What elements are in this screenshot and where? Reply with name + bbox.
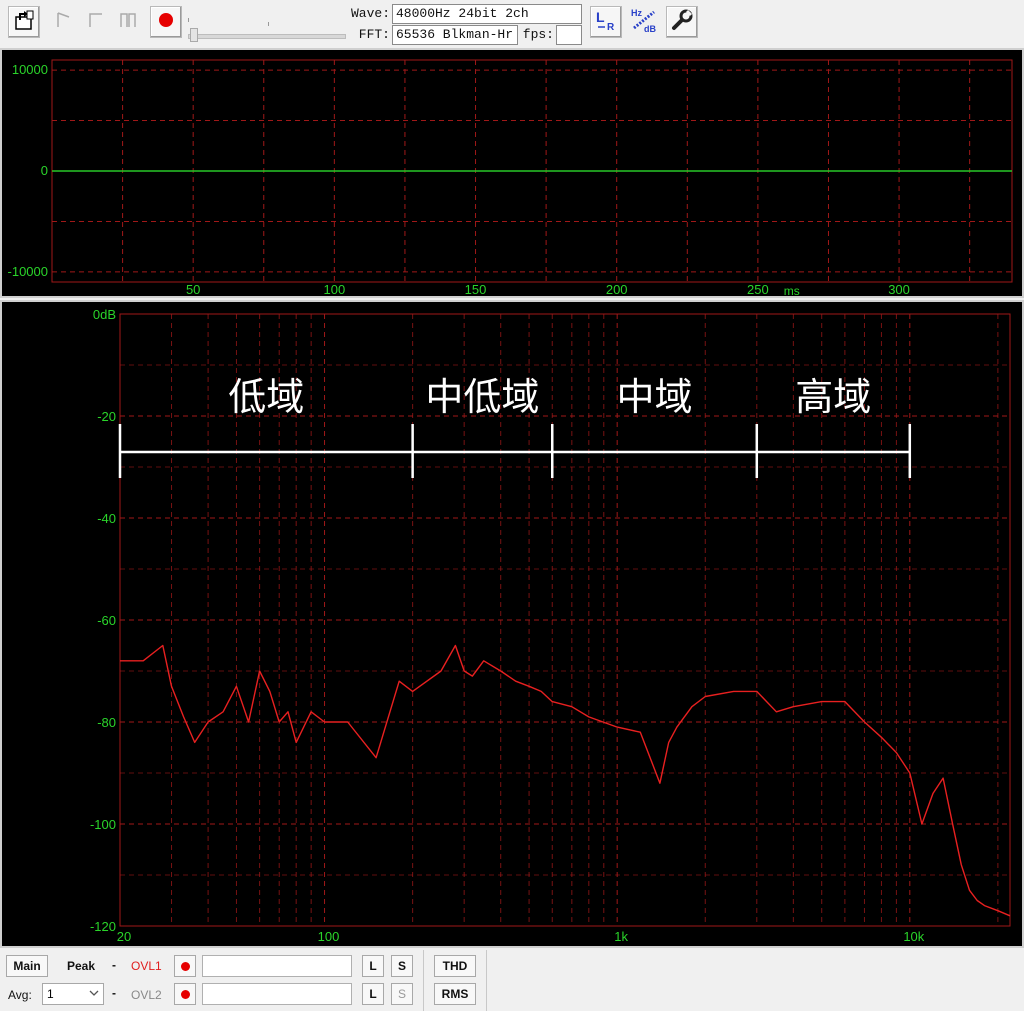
fft-label: FFT: xyxy=(358,27,390,42)
hz-db-scale-button[interactable]: Hz dB xyxy=(628,6,660,38)
wave-tick-x: 250 xyxy=(747,282,769,296)
wave-format-field[interactable]: 48000Hz 24bit 2ch xyxy=(392,4,582,24)
ovl2-indicator xyxy=(174,983,196,1005)
fps-label: fps: xyxy=(522,27,554,42)
svg-text:L: L xyxy=(596,9,605,25)
chevron-down-icon xyxy=(89,987,99,1002)
ovl1-meter xyxy=(202,955,352,977)
settings-button[interactable] xyxy=(666,6,698,38)
wave-x-unit: ms xyxy=(784,284,800,296)
l-button-1[interactable]: L xyxy=(362,955,384,977)
single-trigger-button[interactable] xyxy=(48,6,80,38)
wave-tick-y: 0 xyxy=(41,163,48,178)
spec-tick-y: -120 xyxy=(90,919,116,934)
thd-button[interactable]: THD xyxy=(434,955,476,977)
spec-tick-y: -40 xyxy=(97,511,116,526)
ovl2-label: OVL2 xyxy=(131,988,162,1002)
avg-select[interactable]: 1 xyxy=(42,983,104,1005)
waveform-panel: 50 100 150 200 250 300 10000 0 -10000 ms xyxy=(0,48,1024,298)
waveform-graph[interactable]: 50 100 150 200 250 300 10000 0 -10000 ms xyxy=(2,50,1022,296)
open-file-button[interactable] xyxy=(8,6,40,38)
single-trigger-icon xyxy=(53,9,75,36)
band-label: 中低域 xyxy=(425,375,539,419)
level-slider[interactable] xyxy=(188,18,346,42)
band-label: 低域 xyxy=(228,375,304,419)
record-icon xyxy=(157,11,175,34)
spec-tick-y: -20 xyxy=(97,409,116,424)
avg-label: Avg: xyxy=(8,988,32,1002)
separator xyxy=(486,950,487,1011)
peak-label: Peak xyxy=(67,959,96,973)
spec-tick-y: -60 xyxy=(97,613,116,628)
spec-tick-x: 1k xyxy=(614,929,628,944)
s-button-2[interactable]: S xyxy=(391,983,413,1005)
spec-tick-x: 10k xyxy=(903,929,924,944)
band-label: 中域 xyxy=(617,375,693,419)
bottom-bar: Main Peak - OVL1 L S THD Avg: 1 - OVL2 L… xyxy=(0,950,1024,1011)
toolbar: Wave: 48000Hz 24bit 2ch FFT: 65536 Blkma… xyxy=(0,0,1024,46)
wave-tick-y: -10000 xyxy=(8,264,48,279)
spec-tick-y: -100 xyxy=(90,817,116,832)
ovl1-indicator xyxy=(174,955,196,977)
wrench-icon xyxy=(670,8,694,37)
lr-channel-icon: LR xyxy=(593,7,619,38)
svg-text:R: R xyxy=(607,22,615,33)
rms-button[interactable]: RMS xyxy=(434,983,476,1005)
spec-tick-x: 100 xyxy=(318,929,340,944)
dash-1: - xyxy=(112,958,116,972)
spectrum-panel: 0dB -20 -40 -60 -80 -100 -120 20 100 1k 10k 低域 中低域 中域… xyxy=(0,300,1024,948)
open-file-icon xyxy=(12,8,36,37)
spectrum-graph[interactable]: 0dB -20 -40 -60 -80 -100 -12020 100 1k 10k 低域 中低域 中域… xyxy=(2,302,1022,946)
hz-db-scale-icon: Hz dB xyxy=(630,6,658,39)
spec-tick-y: 0dB xyxy=(93,307,116,322)
square-button[interactable] xyxy=(80,6,112,38)
wave-tick-x: 50 xyxy=(186,282,200,296)
avg-select-value: 1 xyxy=(47,987,54,1001)
s-button-1[interactable]: S xyxy=(391,955,413,977)
wave-tick-x: 200 xyxy=(606,282,628,296)
double-step-icon xyxy=(117,9,139,36)
double-step-button[interactable] xyxy=(112,6,144,38)
main-button[interactable]: Main xyxy=(6,955,48,977)
ovl2-meter xyxy=(202,983,352,1005)
square-icon xyxy=(85,9,107,36)
svg-text:Hz: Hz xyxy=(631,8,642,18)
wave-tick-x: 100 xyxy=(324,282,346,296)
spec-tick-x: 20 xyxy=(117,929,131,944)
wave-tick-x: 150 xyxy=(465,282,487,296)
wave-tick-y: 10000 xyxy=(12,62,48,77)
slider-thumb[interactable] xyxy=(190,28,198,42)
l-button-2[interactable]: L xyxy=(362,983,384,1005)
fft-setting-field[interactable]: 65536 Blkman-Hr xyxy=(392,25,518,45)
wave-label: Wave: xyxy=(350,6,390,21)
svg-text:dB: dB xyxy=(644,24,656,34)
lr-channel-button[interactable]: LR xyxy=(590,6,622,38)
record-button[interactable] xyxy=(150,6,182,38)
separator xyxy=(423,950,424,1011)
ovl1-label: OVL1 xyxy=(131,959,162,973)
fps-field[interactable] xyxy=(556,25,582,45)
dash-2: - xyxy=(112,986,116,1000)
spec-tick-y: -80 xyxy=(97,715,116,730)
wave-tick-x: 300 xyxy=(888,282,910,296)
band-label: 高域 xyxy=(795,375,871,419)
